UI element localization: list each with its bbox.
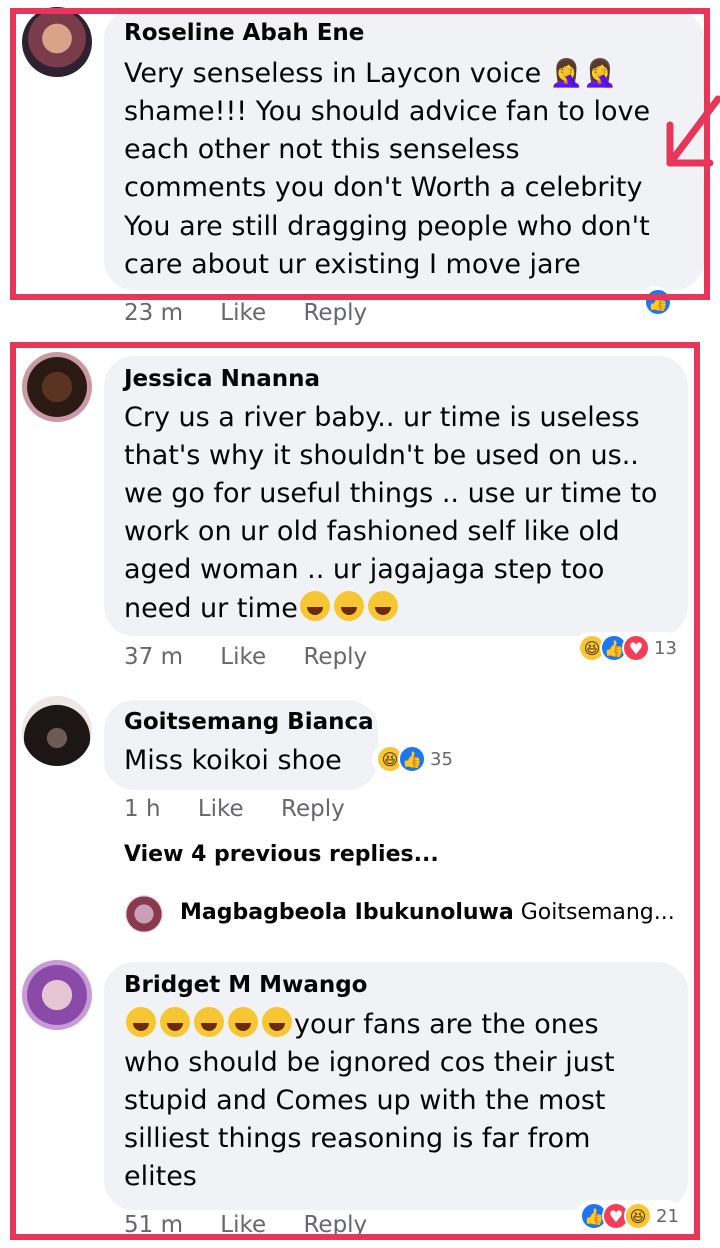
comment-actions: 23 m Like Reply <box>124 300 397 326</box>
highlight-box <box>10 8 710 300</box>
reply-button[interactable]: Reply <box>303 300 367 326</box>
timestamp[interactable]: 23 m <box>124 300 183 326</box>
highlight-box <box>10 342 700 1240</box>
like-button[interactable]: Like <box>220 300 266 326</box>
